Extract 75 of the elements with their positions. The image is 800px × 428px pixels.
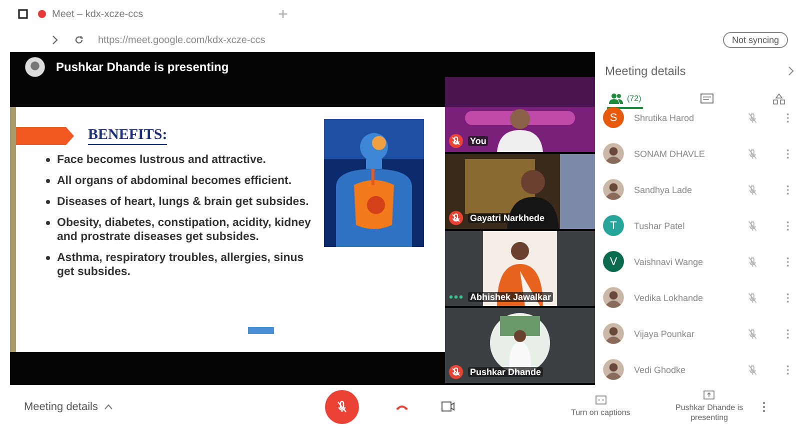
bullet-text: Obesity, diabetes, constipation, acidity, kidney and prostrate diseases get subsides. [57,216,312,244]
bullet-text: Asthma, respiratory troubles, allergies, sinus get subsides. [57,251,305,279]
mic-off-icon[interactable] [747,364,758,376]
participant-name: Sandhya Lade [634,184,694,194]
avatar [603,287,624,308]
avatar: V [603,251,624,272]
reload-icon[interactable] [74,35,84,45]
avatar [603,359,624,380]
avatar: T [603,215,624,236]
bullet-text: Diseases of heart, lungs & brain get subsides. [57,195,309,209]
arrow-shape [16,127,74,145]
bullet-text: All organs of abdominal becomes efficient. [57,174,292,188]
shapes-icon [772,93,786,105]
chat-icon [700,93,714,105]
more-icon[interactable] [786,220,790,232]
slide-heading: BENEFITS: [88,127,168,145]
captions-icon [594,395,607,405]
camera-icon[interactable] [441,401,455,412]
more-icon[interactable] [786,256,790,268]
more-icon[interactable] [786,148,790,160]
close-icon[interactable] [788,66,794,76]
forward-icon[interactable] [50,35,60,45]
participant-name: Vedi Ghodke [634,364,687,374]
participant-name: You [468,136,488,146]
participant-name: Tushar Patel [634,220,686,230]
panel-title: Meeting details [605,64,686,78]
bullet-icon [46,179,50,183]
caret-icon [104,404,113,410]
bullet-text: Face becomes lustrous and attractive. [57,153,266,167]
participant-name: Vedika Lokhande [634,292,704,302]
mic-off-icon[interactable] [747,328,758,340]
microphone-button[interactable] [325,390,359,424]
bullet-icon [46,200,50,204]
mic-off-icon [335,400,349,414]
profile-button[interactable]: Not syncing [722,32,788,48]
presenting-button[interactable]: Pushkar Dhande is presenting [664,389,754,424]
more-icon[interactable] [786,364,790,376]
participant-name: Pushkar Dhande [468,367,544,377]
more-icon[interactable] [762,400,766,412]
more-icon[interactable] [786,184,790,196]
recording-icon [38,10,46,18]
more-icon[interactable] [786,292,790,304]
presenter-label: Pushkar Dhande is presenting [56,60,229,74]
more-icon[interactable] [786,328,790,340]
browser-tab[interactable]: Meet – kdx-xcze-ccs [38,8,268,20]
participant-name: Abhishek Jawalkar [468,292,554,302]
meeting-details-button[interactable]: Meeting details [0,400,325,414]
bullet-icon [46,256,50,260]
captions-button[interactable]: Turn on captions [565,394,636,419]
present-icon [703,390,716,400]
avatar [603,143,624,164]
mic-off-icon[interactable] [747,112,758,124]
bullet-icon [46,158,50,162]
more-icon[interactable] [786,112,790,124]
participant-name: Shrutika Harod [634,112,696,122]
new-tab-icon[interactable] [278,9,288,19]
participant-name: SONAM DHAVLE [634,148,706,158]
participant-name: Vaishnavi Wange [634,256,704,266]
sidebar-icon[interactable] [18,9,28,19]
tab-title: Meet – kdx-xcze-ccs [52,8,144,20]
participant-name: Vijaya Pounkar [634,328,696,338]
mic-off-icon[interactable] [747,220,758,232]
mic-off-icon[interactable] [747,148,758,160]
address-bar[interactable]: https://meet.google.com/kdx-xcze-ccs [98,34,709,46]
people-icon [609,92,623,104]
avatar: S [603,107,624,128]
avatar [603,179,624,200]
mic-off-icon[interactable] [747,184,758,196]
logo-icon [24,56,46,78]
avatar [603,323,624,344]
mic-off-icon[interactable] [747,292,758,304]
hang-up-icon[interactable] [395,402,409,410]
bullet-icon [46,221,50,225]
mic-off-icon[interactable] [747,256,758,268]
participant-name: Gayatri Narkhede [468,213,547,223]
